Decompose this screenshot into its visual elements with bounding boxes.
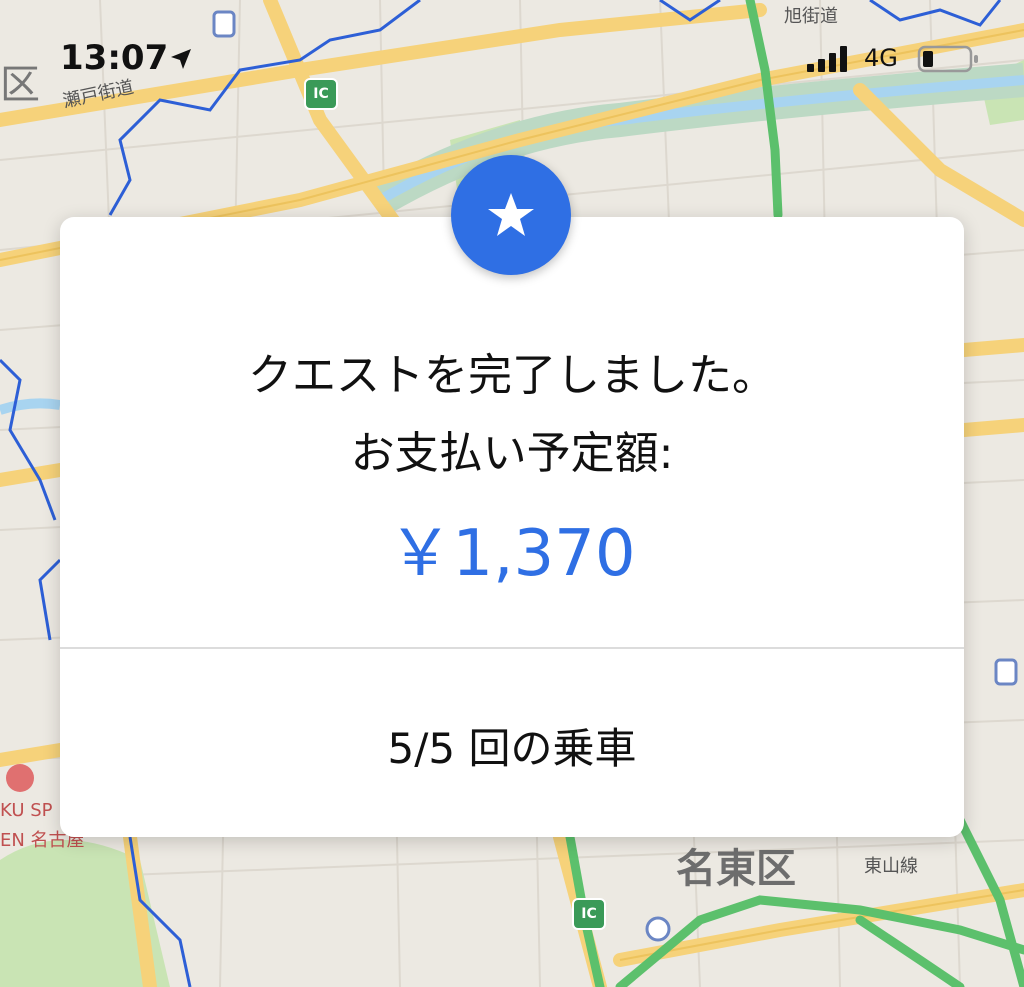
star-icon <box>488 193 534 236</box>
location-arrow-icon <box>171 49 191 69</box>
map-label-meito-ku: 名東区 <box>676 846 796 892</box>
ic-badge-bottom: IC <box>572 898 606 930</box>
network-type: 4G <box>864 44 898 72</box>
map-label-higashiyama-line: 東山線 <box>864 856 918 877</box>
expected-payment-label: お支払い予定額: <box>350 428 674 479</box>
payment-amount: ￥1,370 <box>388 517 636 591</box>
ride-count: 5/5 回の乗車 <box>387 724 637 773</box>
quest-star-badge <box>451 155 571 275</box>
status-time: 13:07 <box>60 38 169 78</box>
quest-complete-card: クエストを完了しました。 お支払い予定額: ￥1,370 5/5 回の乗車 <box>60 217 964 837</box>
signal-bars-icon <box>807 46 847 72</box>
ic-label: IC <box>581 906 597 922</box>
status-bar: 13:07 4G <box>0 0 1024 110</box>
card-divider <box>60 647 964 649</box>
battery-icon <box>917 45 978 73</box>
quest-complete-title: クエストを完了しました。 <box>248 350 776 401</box>
map-label-spa-1: KU SP <box>0 800 53 821</box>
